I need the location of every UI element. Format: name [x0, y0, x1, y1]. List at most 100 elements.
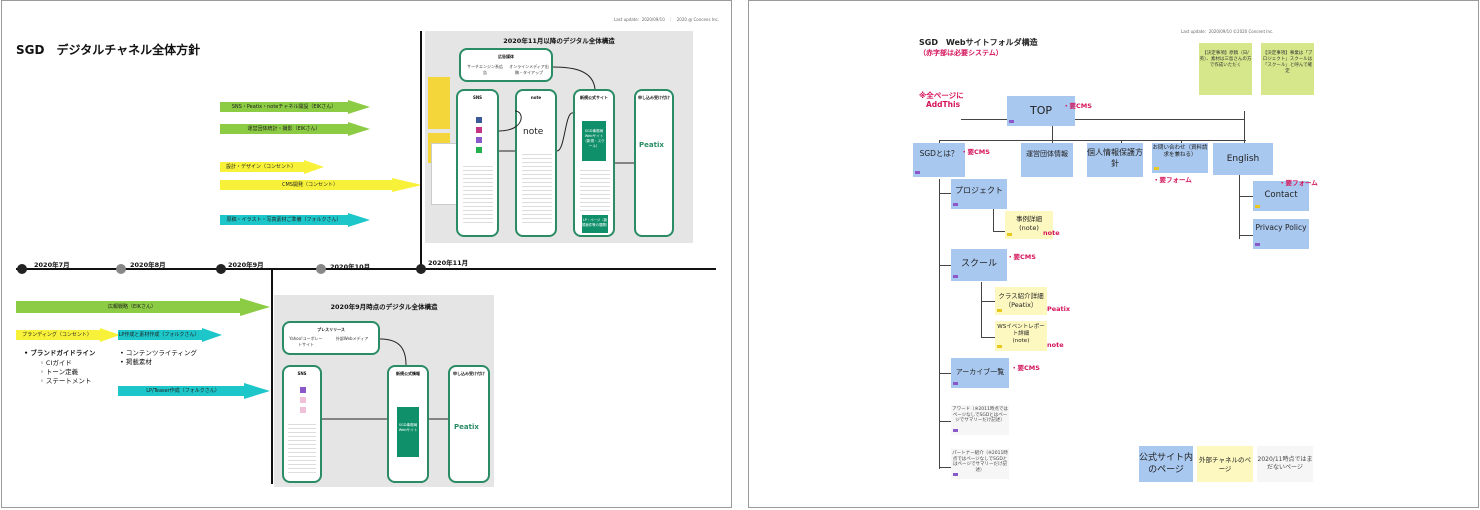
- sticky-decision-2: 【決定事項】事業は「プロジェクト」スクールは「スクール」と呼んで確定: [1261, 43, 1314, 95]
- tag-privacy-en: [1255, 243, 1260, 246]
- arrow-org-stats: 運営団体統計・撮影（EIKさん）: [220, 122, 370, 136]
- timeline-dot-oct: [316, 264, 326, 274]
- legend-future-page: 2020/11時点ではまだないページ: [1257, 446, 1313, 482]
- timeline-label-jul: 2020年7月: [34, 261, 70, 269]
- bullet-posted-materials-text: 掲載素材: [125, 358, 152, 366]
- tag-partner: [953, 473, 958, 476]
- tag-school: [953, 275, 958, 278]
- timeline-dot-jul: [17, 264, 27, 274]
- tree-line-award: [939, 421, 951, 422]
- node-sgd: SGDとは？: [913, 143, 965, 177]
- arrow-lp-materials: LP作成と素材作成（フォルクさん）: [118, 328, 222, 342]
- panel-nov-structure: 2020年11月以降のデジタル全体構造 広告媒体 サーチエンジン系広告 オンライ…: [425, 31, 693, 243]
- tree-line-project: [939, 193, 951, 194]
- arrow-branding: ブランディング（コンセント）: [16, 328, 120, 342]
- sgd-cms-note: ・要CMS: [961, 148, 990, 156]
- bullet-head-brand: • ブランドガイドライン: [24, 349, 96, 357]
- node-archive: アーカイブ一覧: [951, 358, 1009, 388]
- timeline-dot-sep: [216, 264, 226, 274]
- node-org-info: 運営団体情報: [1021, 143, 1073, 177]
- legend-site-page: 公式サイト内のページ: [1139, 446, 1193, 482]
- arrow-lp-teaser: LP/Teaser作成（フォルクさん）: [118, 383, 270, 399]
- ws-report-title: WSイベントレポート詳細: [997, 324, 1045, 337]
- node-partner: パートナー紹介（※2011時点ではページなしでSGDとはページでサマリーだけ記述…: [951, 449, 1009, 479]
- sep-flow-arrows: [322, 338, 448, 420]
- ws-note-label: note: [1047, 341, 1064, 349]
- ws-report-channel: (note): [1012, 338, 1030, 344]
- right-meta: Last update：2020/09/10 ©2020 Concent Inc…: [1181, 29, 1274, 34]
- tag-top: [1009, 120, 1014, 123]
- class-detail-channel: （Peatix）: [1004, 301, 1038, 309]
- timeline-label-nov: 2020年11月: [428, 259, 469, 267]
- timeline-label-aug: 2020年8月: [130, 261, 166, 269]
- left-slide: Last update：2020/09/10 ｜ 2020 @ Concens …: [1, 0, 732, 508]
- bullet-statement: ◦ ステートメント: [40, 377, 92, 385]
- contact-form-note: ・要フォーム: [1279, 179, 1318, 187]
- bullet-statement-text: ステートメント: [45, 377, 92, 385]
- tree-line-contact-child: [1239, 196, 1253, 197]
- tag-award: [953, 429, 958, 432]
- tree-line-archive: [939, 373, 951, 374]
- node-privacy-en: Privacy Policy: [1253, 219, 1309, 249]
- right-slide: Last update：2020/09/10 ©2020 Concent Inc…: [748, 0, 1479, 508]
- class-peatix-label: Peatix: [1047, 305, 1071, 313]
- left-meta: Last update：2020/09/10 ｜ 2020 @ Concens …: [614, 17, 719, 22]
- right-slide-subtitle: （赤字部は必要システム）: [919, 49, 1003, 57]
- tag-sgd: [915, 171, 920, 174]
- bullet-brand-text: ブランドガイドライン: [30, 349, 96, 357]
- right-slide-title: SGD Webサイトフォルダ構造: [919, 38, 1038, 47]
- node-ws-report: WSイベントレポート詳細 (note): [995, 321, 1047, 351]
- bullet-posted-materials: • 掲載素材: [120, 358, 152, 366]
- arrow-design: 設計・デザイン（コンセント）: [220, 160, 324, 174]
- case-detail-title: 事例詳細: [1016, 215, 1042, 223]
- timeline-branch-sep: [271, 268, 273, 484]
- addthis-note-2: AddThis: [926, 100, 961, 109]
- tree-line-english: [1244, 111, 1245, 146]
- case-note-label: note: [1043, 229, 1060, 237]
- timeline-dot-aug: [116, 264, 126, 274]
- node-class-detail: クラス紹介詳細 （Peatix）: [995, 287, 1047, 315]
- node-privacy-policy: 個人情報保護方針: [1087, 143, 1143, 177]
- tree-line-privacy-child: [1239, 235, 1253, 236]
- tag-project: [953, 203, 958, 206]
- tag-archive: [953, 382, 958, 385]
- tree-line-top: [961, 119, 1244, 120]
- timeline-branch-nov: [420, 31, 422, 270]
- tag-ws: [997, 345, 1002, 348]
- school-cms-note: ・要CMS: [1007, 253, 1036, 261]
- legend-external-page: 外部チャネルのページ: [1197, 446, 1253, 482]
- tree-line-partner: [939, 467, 951, 468]
- tree-line-case: [993, 231, 1005, 232]
- node-inquiry: お問い合わせ（資料請求を兼ねる）: [1152, 143, 1208, 173]
- nov-flow-arrows: [498, 66, 634, 164]
- tag-class: [997, 309, 1002, 312]
- sticky-decision-1: 【決定事項】原稿（日/英）、素材は三島さんの方で作成いただく: [1199, 43, 1252, 95]
- node-school: スクール: [951, 249, 1007, 281]
- class-detail-title: クラス紹介詳細: [998, 292, 1044, 300]
- tree-line-class: [981, 301, 995, 302]
- panel-sep-structure: 2020年9月時点のデジタル全体構造 プレスリリース Yahoo!コーポレートサ…: [274, 295, 494, 487]
- inquiry-form-note: ・要フォーム: [1153, 176, 1192, 184]
- tree-line-school: [939, 265, 951, 266]
- tag-inquiry: [1154, 167, 1159, 170]
- tree-line-ws: [981, 337, 995, 338]
- tree-line-project-kids: [993, 209, 994, 231]
- timeline-label-oct: 2020年10月: [330, 263, 371, 271]
- tree-line-sgd-kids: [939, 179, 940, 469]
- tree-line-english-kids: [1239, 173, 1240, 239]
- tag-contact: [1255, 205, 1260, 208]
- arrow-sns-setup: SNS・Peatix・noteチャネル開設（EIKさん）: [220, 100, 370, 114]
- node-award: アワード（※2011時点ではページなしでSGDとはページでサマリーだけ記述）: [951, 405, 1009, 435]
- left-slide-title: SGD デジタルチャネル全体方針: [16, 43, 201, 57]
- tree-line-l1: [939, 140, 1246, 141]
- arrow-cms: CMS開発（コンセント）: [220, 178, 422, 192]
- node-english: English: [1213, 143, 1273, 175]
- timeline-label-sep: 2020年9月: [228, 261, 264, 269]
- arrow-pr-strategy: 広報戦略（EIKさん）: [16, 298, 270, 316]
- tree-line-school-kids: [981, 282, 982, 338]
- arrow-materials: 原稿・イラスト・写真素材ご準備（フォルクさん）: [220, 213, 370, 227]
- node-project: プロジェクト: [951, 179, 1007, 209]
- top-cms-note: ・要CMS: [1063, 102, 1092, 110]
- tag-case: [1007, 233, 1012, 236]
- timeline-dot-nov: [416, 264, 426, 274]
